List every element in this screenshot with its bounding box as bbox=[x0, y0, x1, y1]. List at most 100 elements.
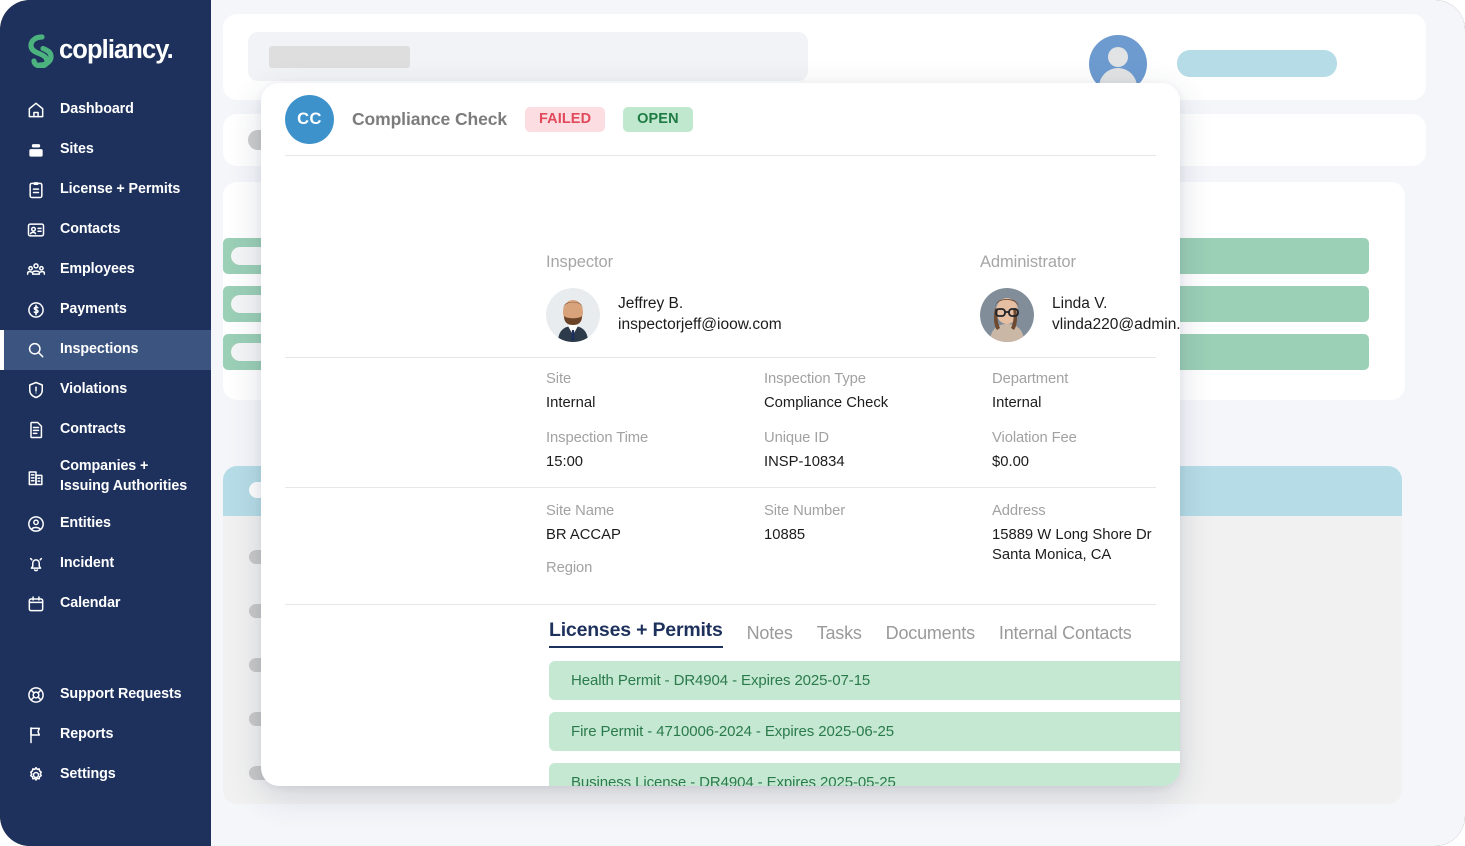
permit-row[interactable]: Business License - DR4904 - Expires 2025… bbox=[549, 763, 1180, 786]
user-name-placeholder[interactable] bbox=[1177, 50, 1337, 77]
sidebar-item-sites[interactable]: Sites bbox=[0, 130, 211, 170]
id-card-icon bbox=[26, 220, 46, 240]
brand-name: copliancy. bbox=[59, 36, 174, 65]
sidebar-item-violations[interactable]: Violations bbox=[0, 370, 211, 410]
sidebar-item-calendar[interactable]: Calendar bbox=[0, 584, 211, 624]
documents-icon bbox=[26, 420, 46, 440]
sidebar-item-payments[interactable]: Payments bbox=[0, 290, 211, 330]
lifebuoy-icon bbox=[26, 685, 46, 705]
copliancy-knot-logo-icon bbox=[28, 34, 54, 68]
field-label: Unique ID bbox=[764, 430, 829, 446]
calendar-icon bbox=[26, 594, 46, 614]
field-department: Department Internal bbox=[992, 371, 1068, 414]
sidebar-item-label: Payments bbox=[60, 301, 127, 318]
sidebar-item-companies-issuing-authorities[interactable]: Companies + Issuing Authorities bbox=[0, 450, 211, 504]
sidebar-secondary-nav: Support Requests Reports Settings bbox=[0, 675, 211, 795]
sidebar-item-inspections[interactable]: Inspections bbox=[0, 330, 211, 370]
shield-alert-icon bbox=[26, 380, 46, 400]
sidebar-item-label: Contacts bbox=[60, 221, 121, 238]
building-icon bbox=[26, 467, 46, 487]
sidebar-item-contacts[interactable]: Contacts bbox=[0, 210, 211, 250]
inspection-detail-panel: CC Compliance Check FAILED OPEN Inspecto… bbox=[261, 83, 1180, 786]
field-label: Inspection Time bbox=[546, 430, 649, 446]
sidebar-item-settings[interactable]: Settings bbox=[0, 755, 211, 795]
permit-name: Business License - DR4904 - Expires 2025… bbox=[571, 774, 896, 786]
administrator-photo-icon bbox=[980, 288, 1034, 342]
sidebar-primary-nav: Dashboard Sites License + Permits Contacts E… bbox=[0, 90, 211, 624]
inspector-name: Jeffrey B. bbox=[618, 295, 684, 313]
field-label: Site bbox=[546, 371, 572, 387]
sites-icon bbox=[26, 140, 46, 160]
search-icon bbox=[26, 340, 46, 360]
sidebar-item-label: Calendar bbox=[60, 595, 121, 612]
field-unique-id: Unique ID INSP-10834 bbox=[764, 430, 845, 473]
field-value: INSP-10834 bbox=[764, 454, 845, 470]
sidebar-item-label: Incident bbox=[60, 555, 115, 572]
inspector-card: Jeffrey B. inspectorjeff@ioow.com bbox=[546, 288, 782, 342]
brand-logo[interactable]: copliancy. bbox=[28, 34, 174, 68]
field-value: Compliance Check bbox=[764, 395, 889, 411]
sidebar-item-label: Sites bbox=[60, 141, 94, 158]
sidebar-item-label: License + Permits bbox=[60, 181, 181, 198]
divider bbox=[285, 155, 1156, 156]
field-label: Violation Fee bbox=[992, 430, 1077, 446]
dollar-circle-icon bbox=[26, 300, 46, 320]
sidebar-item-reports[interactable]: Reports bbox=[0, 715, 211, 755]
tab-internal-contacts[interactable]: Internal Contacts bbox=[999, 623, 1132, 648]
divider bbox=[285, 487, 1156, 488]
sidebar-item-incident[interactable]: Incident bbox=[0, 544, 211, 584]
tab-documents[interactable]: Documents bbox=[886, 623, 975, 648]
sidebar-item-label: Entities bbox=[60, 515, 111, 532]
sidebar-item-label: Inspections bbox=[60, 341, 139, 358]
field-label: Inspection Type bbox=[764, 371, 866, 387]
sidebar-item-label: Dashboard bbox=[60, 101, 134, 118]
field-value: 15:00 bbox=[546, 454, 584, 470]
field-label: Address bbox=[992, 503, 1046, 519]
sidebar-item-license-permits[interactable]: License + Permits bbox=[0, 170, 211, 210]
detail-tabs: Licenses + Permits Notes Tasks Documents Int… bbox=[549, 619, 1132, 648]
field-value: Internal bbox=[992, 395, 1042, 411]
field-label: Site Number bbox=[764, 503, 846, 519]
sidebar-item-dashboard[interactable]: Dashboard bbox=[0, 90, 211, 130]
sidebar-item-support-requests[interactable]: Support Requests bbox=[0, 675, 211, 715]
field-region: Region bbox=[546, 560, 592, 583]
administrator-section-label: Administrator bbox=[980, 253, 1076, 271]
permit-row[interactable]: Health Permit - DR4904 - Expires 2025-07… bbox=[549, 661, 1180, 700]
sidebar-item-entities[interactable]: Entities bbox=[0, 504, 211, 544]
administrator-email: vlinda220@admin.com bbox=[1052, 316, 1180, 333]
field-site: Site Internal bbox=[546, 371, 595, 414]
field-value: BR ACCAP bbox=[546, 527, 621, 543]
inspection-avatar: CC bbox=[285, 94, 334, 144]
flag-icon bbox=[26, 725, 46, 745]
bell-icon bbox=[26, 554, 46, 574]
field-value: $0.00 bbox=[992, 454, 1030, 470]
people-icon bbox=[26, 260, 46, 280]
field-inspection-time: Inspection Time 15:00 bbox=[546, 430, 648, 473]
status-badge-failed: FAILED bbox=[524, 106, 606, 132]
field-value: 10885 bbox=[764, 527, 806, 543]
divider bbox=[285, 357, 1156, 358]
sidebar-item-label: Companies + Issuing Authorities bbox=[60, 458, 188, 494]
tab-tasks[interactable]: Tasks bbox=[817, 623, 862, 648]
field-site-number: Site Number 10885 bbox=[764, 503, 845, 546]
permit-row[interactable]: Fire Permit - 4710006-2024 - Expires 202… bbox=[549, 712, 1180, 751]
field-label: Region bbox=[546, 560, 593, 576]
administrator-name: Linda V. bbox=[1052, 295, 1108, 313]
search-input[interactable] bbox=[248, 32, 808, 81]
tab-notes[interactable]: Notes bbox=[747, 623, 793, 648]
sidebar-item-label: Employees bbox=[60, 261, 135, 278]
sidebar-item-label: Contracts bbox=[60, 421, 126, 438]
permit-name: Fire Permit - 4710006-2024 - Expires 202… bbox=[571, 723, 894, 740]
sidebar-item-label: Reports bbox=[60, 726, 114, 743]
tab-licenses-permits[interactable]: Licenses + Permits bbox=[549, 619, 723, 648]
field-label: Department bbox=[992, 371, 1069, 387]
field-site-name: Site Name BR ACCAP bbox=[546, 503, 621, 546]
permit-name: Health Permit - DR4904 - Expires 2025-07… bbox=[571, 672, 871, 689]
sidebar-item-employees[interactable]: Employees bbox=[0, 250, 211, 290]
status-badge-open: OPEN bbox=[623, 106, 693, 132]
sidebar-item-label: Settings bbox=[60, 766, 116, 783]
field-label: Site Name bbox=[546, 503, 615, 519]
search-placeholder-block bbox=[269, 46, 410, 68]
sidebar-item-contracts[interactable]: Contracts bbox=[0, 410, 211, 450]
app-window: copliancy. Dashboard Sites License + Permi… bbox=[0, 0, 1465, 846]
